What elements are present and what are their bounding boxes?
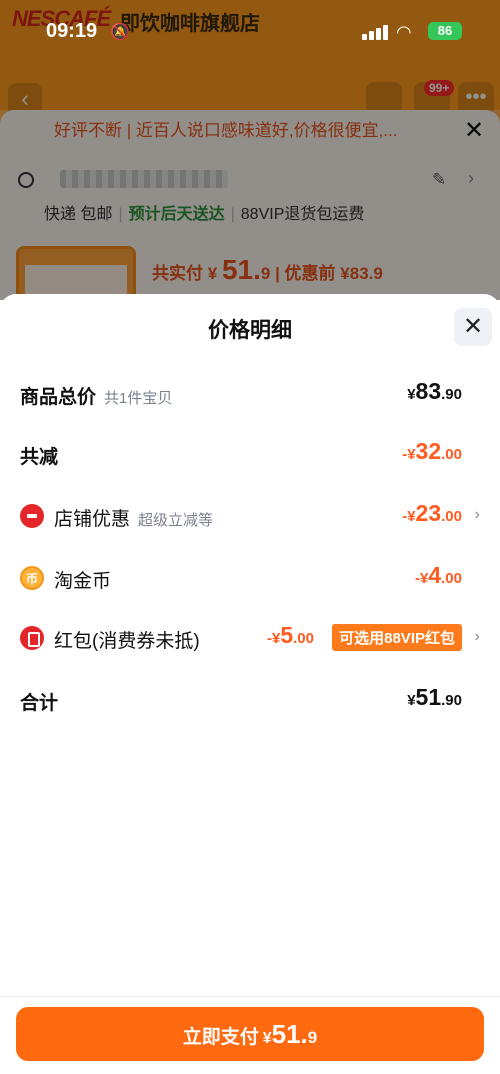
row-label: 红包(消费券未抵): [54, 631, 200, 652]
status-time: 09:19: [46, 20, 98, 42]
chevron-right-icon[interactable]: ›: [475, 628, 480, 646]
pay-now-button[interactable]: 立即支付 ¥51.9: [16, 1007, 484, 1061]
pay-label: 立即支付: [182, 1027, 259, 1048]
row-label: 商品总价 共1件宝贝: [20, 387, 173, 408]
row-goods-total: 商品总价 共1件宝贝 ¥83.90: [0, 376, 500, 416]
row-amount: ¥83.90: [407, 378, 462, 404]
row-amount: ¥51.90: [407, 684, 462, 710]
row-store-discount[interactable]: 店铺优惠 超级立减等 -¥23.00 ›: [0, 498, 500, 538]
mute-icon: 🔕: [110, 24, 130, 41]
price-detail-sheet: 价格明细 ✕ 商品总价 共1件宝贝 ¥83.90 共减 -¥32.00 店铺优惠超…: [0, 294, 500, 1074]
red-packet-icon: [20, 626, 44, 650]
row-amount: -¥23.00: [402, 500, 462, 526]
row-amount: -¥5.00: [267, 622, 314, 648]
store-discount-icon: [20, 504, 44, 528]
row-label: 淘金币: [54, 571, 112, 592]
row-sum: 合计 ¥51.90: [0, 682, 500, 722]
row-taojinbi: 淘金币 -¥4.00: [0, 560, 500, 600]
row-red-packet[interactable]: 红包(消费券未抵) -¥5.00 可选用88VIP红包 ›: [0, 620, 500, 660]
row-total-discount: 共减 -¥32.00: [0, 436, 500, 476]
battery-icon: 86: [428, 22, 462, 40]
close-icon[interactable]: ✕: [454, 308, 492, 346]
row-amount: -¥4.00: [415, 562, 462, 588]
footer-bar: 立即支付 ¥51.9: [0, 996, 500, 1074]
pay-amount: 51.: [271, 1019, 308, 1049]
row-sub: 共1件宝贝: [104, 390, 173, 407]
pay-currency: ¥: [262, 1030, 272, 1047]
dim-overlay[interactable]: [0, 0, 500, 300]
row-sub: 超级立减等: [138, 512, 214, 529]
row-amount: -¥32.00: [402, 438, 462, 464]
sheet-title: 价格明细: [208, 319, 292, 342]
background-page: NESCAFÉ 即饮咖啡旗舰店 ‹ 99+ ••• 好评不断 | 近百人说口感味…: [0, 0, 500, 300]
row-label: 店铺优惠 超级立减等: [54, 509, 214, 530]
coin-icon: [20, 566, 44, 590]
chevron-right-icon[interactable]: ›: [475, 506, 480, 524]
row-label: 共减: [20, 447, 59, 468]
row-label: 合计: [20, 693, 59, 714]
signal-icon: [362, 24, 388, 40]
vip-red-packet-tag[interactable]: 可选用88VIP红包: [332, 624, 462, 651]
pay-amount-dec: 9: [307, 1028, 318, 1047]
wifi-icon: ◠: [396, 22, 412, 42]
